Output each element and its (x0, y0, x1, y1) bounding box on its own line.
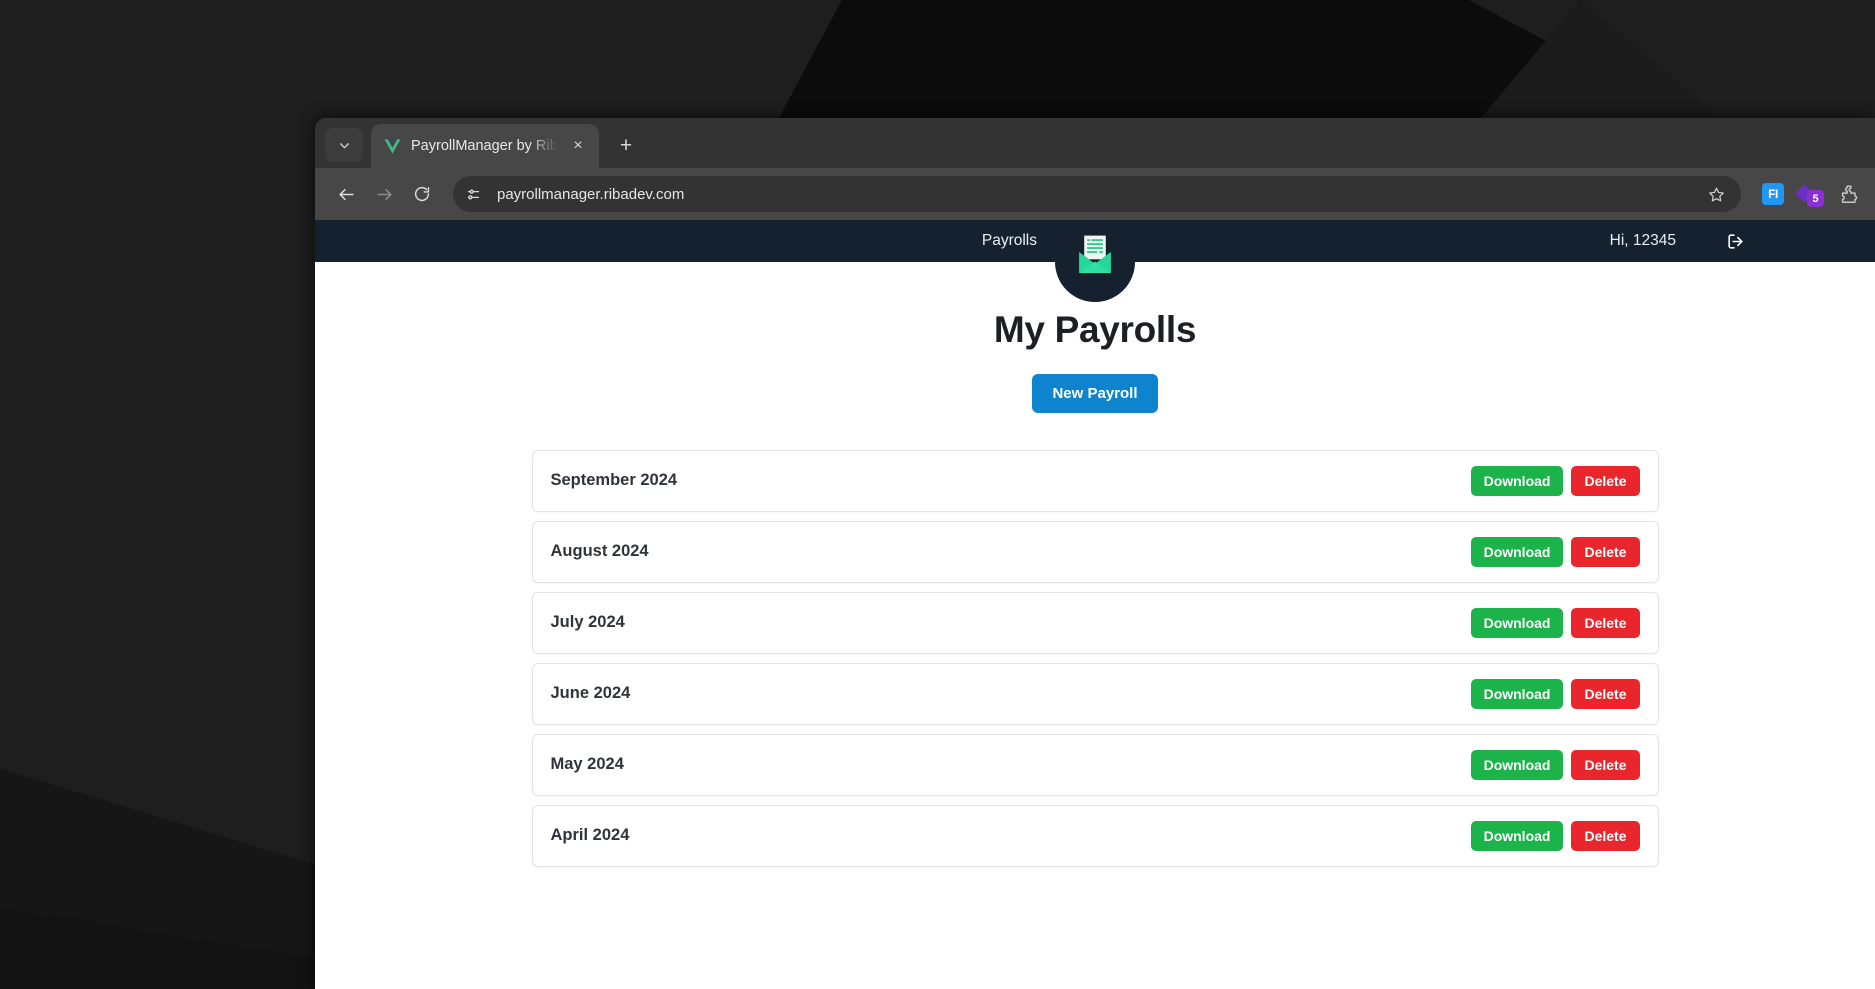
payroll-list: September 2024 Download Delete August 2024 D… (531, 449, 1659, 867)
payroll-period-label: July 2024 (550, 613, 625, 632)
payroll-row: June 2024 Download Delete (531, 662, 1659, 725)
page-viewport: Payrolls Hi, 12345 My Payrolls New Payro… (315, 220, 1875, 989)
delete-button[interactable]: Delete (1571, 607, 1640, 638)
reload-icon (414, 186, 430, 202)
extension-badge-count: 5 (1807, 190, 1824, 207)
browser-window: PayrollManager by RibaD × + (315, 118, 1875, 989)
tune-sliders-icon (467, 189, 479, 199)
payroll-row: May 2024 Download Delete (531, 733, 1659, 796)
app-navbar: Payrolls Hi, 12345 (315, 220, 1875, 302)
payroll-period-label: August 2024 (550, 542, 649, 561)
payroll-row: July 2024 Download Delete (531, 591, 1659, 654)
tab-search-button[interactable] (325, 128, 363, 162)
delete-button[interactable]: Delete (1571, 465, 1640, 496)
reload-button[interactable] (405, 177, 439, 211)
payroll-period-label: May 2024 (550, 755, 624, 774)
payroll-period-label: April 2024 (550, 826, 630, 845)
new-payroll-button[interactable]: New Payroll (1032, 373, 1158, 413)
vue-logo-icon (384, 138, 401, 154)
delete-button[interactable]: Delete (1571, 536, 1640, 567)
nav-link-payrolls[interactable]: Payrolls (982, 232, 1037, 250)
site-settings-button[interactable] (459, 180, 487, 208)
payroll-row: August 2024 Download Delete (531, 520, 1659, 583)
bookmark-button[interactable] (1703, 181, 1729, 207)
back-arrow-icon (338, 188, 354, 200)
forward-button[interactable] (367, 177, 401, 211)
tab-close-button[interactable]: × (567, 135, 589, 157)
delete-button[interactable]: Delete (1571, 749, 1640, 780)
payroll-row-actions: Download Delete (1470, 536, 1640, 567)
download-button[interactable]: Download (1470, 536, 1564, 567)
payslip-envelope-icon (1079, 235, 1111, 273)
forward-arrow-icon (376, 188, 392, 200)
download-button[interactable]: Download (1470, 749, 1564, 780)
address-bar[interactable]: payrollmanager.ribadev.com (453, 176, 1741, 212)
download-button[interactable]: Download (1470, 607, 1564, 638)
delete-button[interactable]: Delete (1571, 678, 1640, 709)
browser-toolbar: payrollmanager.ribadev.com FI 5 (315, 168, 1875, 220)
browser-tab-strip: PayrollManager by RibaD × + (315, 118, 1875, 168)
purple-extension-button[interactable]: 5 (1795, 180, 1825, 208)
back-button[interactable] (329, 177, 363, 211)
figma-extension-icon: FI (1762, 183, 1784, 205)
extensions-button[interactable] (1835, 180, 1863, 208)
download-button[interactable]: Download (1470, 820, 1564, 851)
payroll-row-actions: Download Delete (1470, 607, 1640, 638)
browser-tab-title: PayrollManager by RibaD (411, 138, 558, 154)
chevron-down-icon (339, 142, 349, 148)
payroll-row: April 2024 Download Delete (531, 804, 1659, 867)
payroll-row-actions: Download Delete (1470, 820, 1640, 851)
page-content: My Payrolls New Payroll September 2024 Do… (315, 262, 1875, 867)
sign-out-icon (1728, 233, 1743, 249)
delete-button[interactable]: Delete (1571, 820, 1640, 851)
page-title: My Payrolls (993, 309, 1197, 350)
payroll-period-label: June 2024 (550, 684, 631, 703)
url-text: payrollmanager.ribadev.com (497, 185, 685, 203)
app-navbar-left: Payrolls (315, 232, 1095, 250)
download-button[interactable]: Download (1470, 678, 1564, 709)
browser-tab[interactable]: PayrollManager by RibaD × (371, 124, 599, 168)
new-tab-button[interactable]: + (609, 129, 643, 163)
payroll-row-actions: Download Delete (1470, 749, 1640, 780)
logout-button[interactable] (1726, 232, 1745, 251)
figma-extension-button[interactable]: FI (1759, 180, 1787, 208)
user-greeting: Hi, 12345 (1609, 232, 1676, 249)
desktop-background: PayrollManager by RibaD × + (0, 0, 1875, 989)
payroll-period-label: September 2024 (550, 471, 678, 490)
download-button[interactable]: Download (1470, 465, 1564, 496)
app-navbar-right: Hi, 12345 (1095, 232, 1875, 251)
payroll-row-actions: Download Delete (1470, 465, 1640, 496)
star-icon (1708, 187, 1724, 201)
brand-logo[interactable] (1055, 222, 1135, 302)
payroll-row-actions: Download Delete (1470, 678, 1640, 709)
payroll-row: September 2024 Download Delete (531, 449, 1659, 512)
extensions-puzzle-icon (1841, 185, 1858, 203)
purple-extension-icon: 5 (1795, 180, 1825, 208)
